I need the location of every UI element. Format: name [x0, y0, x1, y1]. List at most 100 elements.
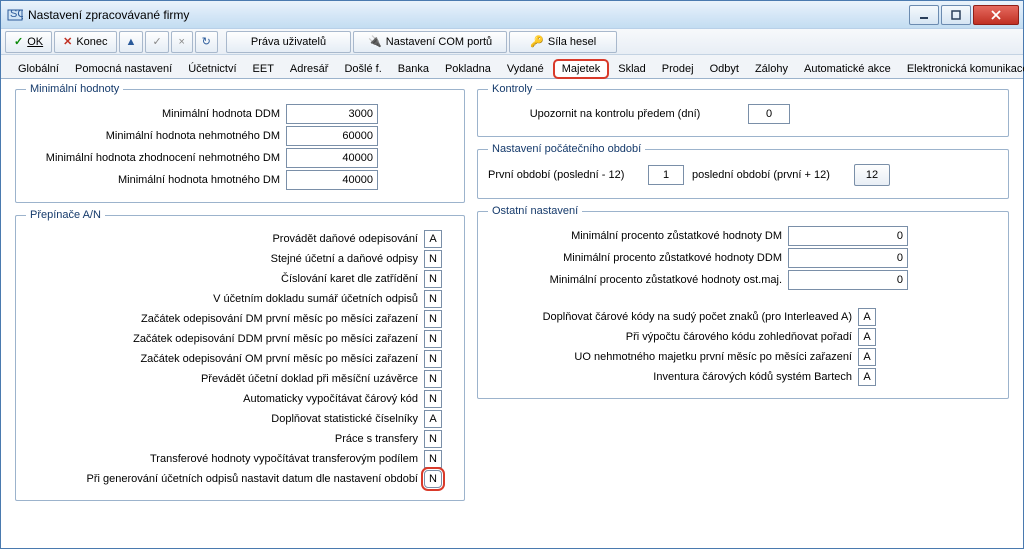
flag-switch-0[interactable]: A	[424, 230, 442, 248]
legend-kontroly: Kontroly	[488, 83, 536, 95]
key-icon: 🔑	[530, 35, 544, 48]
cancel-small-button[interactable]: ×	[171, 31, 193, 53]
legend-ostatni: Ostatní nastavení	[488, 205, 582, 217]
content: Minimální hodnoty Minimální hodnota DDMM…	[1, 79, 1023, 505]
tab-adres-[interactable]: Adresář	[283, 60, 336, 78]
label-switch-5: Začátek odepisování DDM první měsíc po m…	[26, 333, 424, 345]
app-icon: SQL	[7, 7, 23, 23]
flag-ostatni-3[interactable]: A	[858, 368, 876, 386]
input-kontrola-predem[interactable]	[748, 104, 790, 124]
input-minval-3[interactable]	[286, 170, 378, 190]
label-switch-7: Převádět účetní doklad při měsíční uzávě…	[26, 373, 424, 385]
ok-button[interactable]: ✓OK	[5, 31, 52, 53]
legend-switches: Přepínače A/N	[26, 209, 105, 221]
svg-text:SQL: SQL	[10, 8, 23, 20]
input-minval-2[interactable]	[286, 148, 378, 168]
tab-majetek[interactable]: Majetek	[553, 59, 610, 79]
maximize-button[interactable]	[941, 5, 971, 25]
window-title: Nastavení zpracovávané firmy	[28, 8, 907, 22]
flag-switch-2[interactable]: N	[424, 270, 442, 288]
confirm-small-button[interactable]: ✓	[145, 31, 168, 53]
input-prvni-obdobi[interactable]	[648, 165, 684, 185]
tab-prodej[interactable]: Prodej	[655, 60, 701, 78]
input-pct-1[interactable]	[788, 248, 908, 268]
tab-odbyt[interactable]: Odbyt	[703, 60, 746, 78]
label-minval-1: Minimální hodnota nehmotného DM	[26, 130, 286, 142]
label-oflag-0: Doplňovat čárové kódy na sudý počet znak…	[488, 311, 858, 323]
label-posledni-obdobi: poslední období (první + 12)	[684, 169, 854, 181]
legend-pocatecni: Nastavení počátečního období	[488, 143, 645, 155]
flag-switch-11[interactable]: N	[424, 450, 442, 468]
label-pct-2: Minimální procento zůstatkové hodnoty os…	[488, 274, 788, 286]
flag-switch-5[interactable]: N	[424, 330, 442, 348]
flag-ostatni-2[interactable]: A	[858, 348, 876, 366]
tab-pokladna[interactable]: Pokladna	[438, 60, 498, 78]
label-pct-0: Minimální procento zůstatkové hodnoty DM	[488, 230, 788, 242]
minimize-button[interactable]	[909, 5, 939, 25]
input-pct-2[interactable]	[788, 270, 908, 290]
sila-button[interactable]: 🔑Síla hesel	[509, 31, 617, 53]
label-switch-4: Začátek odepisování DM první měsíc po mě…	[26, 313, 424, 325]
tab-vydan-[interactable]: Vydané	[500, 60, 551, 78]
prava-button[interactable]: Práva uživatelů	[226, 31, 351, 53]
app-window: SQL Nastavení zpracovávané firmy ✓OK ✕Ko…	[0, 0, 1024, 549]
tab-automatick-akce[interactable]: Automatické akce	[797, 60, 898, 78]
label-pct-1: Minimální procento zůstatkové hodnoty DD…	[488, 252, 788, 264]
label-minval-2: Minimální hodnota zhodnocení nehmotného …	[26, 152, 286, 164]
legend-min-values: Minimální hodnoty	[26, 83, 123, 95]
label-kontrola-predem: Upozornit na kontrolu předem (dní)	[488, 108, 748, 120]
flag-switch-1[interactable]: N	[424, 250, 442, 268]
group-ostatni: Ostatní nastavení Minimální procento zůs…	[477, 205, 1009, 399]
tabbar: GlobálníPomocná nastaveníÚčetnictvíEETAd…	[1, 55, 1023, 79]
flag-switch-7[interactable]: N	[424, 370, 442, 388]
label-switch-3: V účetním dokladu sumář účetních odpisů	[26, 293, 424, 305]
label-oflag-3: Inventura čárových kódů systém Bartech	[488, 371, 858, 383]
label-switch-12: Při generování účetních odpisů nastavit …	[26, 473, 424, 485]
tab-do-l-f-[interactable]: Došlé f.	[337, 60, 388, 78]
tab-elektronick-komunikace[interactable]: Elektronická komunikace	[900, 60, 1024, 78]
flag-switch-8[interactable]: N	[424, 390, 442, 408]
label-oflag-1: Při výpočtu čárového kódu zohledňovat po…	[488, 331, 858, 343]
konec-button[interactable]: ✕Konec	[54, 31, 116, 53]
label-switch-11: Transferové hodnoty vypočítávat transfer…	[26, 453, 424, 465]
com-button[interactable]: 🔌Nastavení COM portů	[353, 31, 507, 53]
label-switch-2: Číslování karet dle zatřídění	[26, 273, 424, 285]
label-oflag-2: UO nehmotného majetku první měsíc po měs…	[488, 351, 858, 363]
titlebar: SQL Nastavení zpracovávané firmy	[1, 1, 1023, 29]
port-icon: 🔌	[368, 35, 382, 48]
tab-banka[interactable]: Banka	[391, 60, 436, 78]
flag-switch-4[interactable]: N	[424, 310, 442, 328]
nav-up-button[interactable]: ▲	[119, 31, 144, 53]
refresh-button[interactable]: ↻	[195, 31, 218, 53]
flag-switch-12[interactable]: N	[424, 470, 442, 488]
tab-sklad[interactable]: Sklad	[611, 60, 653, 78]
flag-ostatni-1[interactable]: A	[858, 328, 876, 346]
group-switches: Přepínače A/N Provádět daňové odepisován…	[15, 209, 465, 501]
input-minval-1[interactable]	[286, 126, 378, 146]
flag-switch-3[interactable]: N	[424, 290, 442, 308]
close-button[interactable]	[973, 5, 1019, 25]
tab--etnictv-[interactable]: Účetnictví	[181, 60, 243, 78]
label-switch-6: Začátek odepisování OM první měsíc po mě…	[26, 353, 424, 365]
input-minval-0[interactable]	[286, 104, 378, 124]
input-pct-0[interactable]	[788, 226, 908, 246]
flag-switch-6[interactable]: N	[424, 350, 442, 368]
group-pocatecni-obdobi: Nastavení počátečního období První obdob…	[477, 143, 1009, 199]
tab-pomocn-nastaven-[interactable]: Pomocná nastavení	[68, 60, 179, 78]
label-switch-8: Automaticky vypočítávat čárový kód	[26, 393, 424, 405]
group-kontroly: Kontroly Upozornit na kontrolu předem (d…	[477, 83, 1009, 137]
label-switch-10: Práce s transfery	[26, 433, 424, 445]
tab-eet[interactable]: EET	[246, 60, 281, 78]
group-min-values: Minimální hodnoty Minimální hodnota DDMM…	[15, 83, 465, 203]
label-switch-0: Provádět daňové odepisování	[26, 233, 424, 245]
tab-glob-ln-[interactable]: Globální	[11, 60, 66, 78]
label-switch-1: Stejné účetní a daňové odpisy	[26, 253, 424, 265]
toolbar: ✓OK ✕Konec ▲ ✓ × ↻ Práva uživatelů 🔌Nast…	[1, 29, 1023, 55]
tab-z-lohy[interactable]: Zálohy	[748, 60, 795, 78]
flag-switch-9[interactable]: A	[424, 410, 442, 428]
label-prvni-obdobi: První období (poslední - 12)	[488, 169, 648, 181]
label-minval-3: Minimální hodnota hmotného DM	[26, 174, 286, 186]
flag-switch-10[interactable]: N	[424, 430, 442, 448]
posledni-obdobi-button[interactable]: 12	[854, 164, 890, 186]
flag-ostatni-0[interactable]: A	[858, 308, 876, 326]
